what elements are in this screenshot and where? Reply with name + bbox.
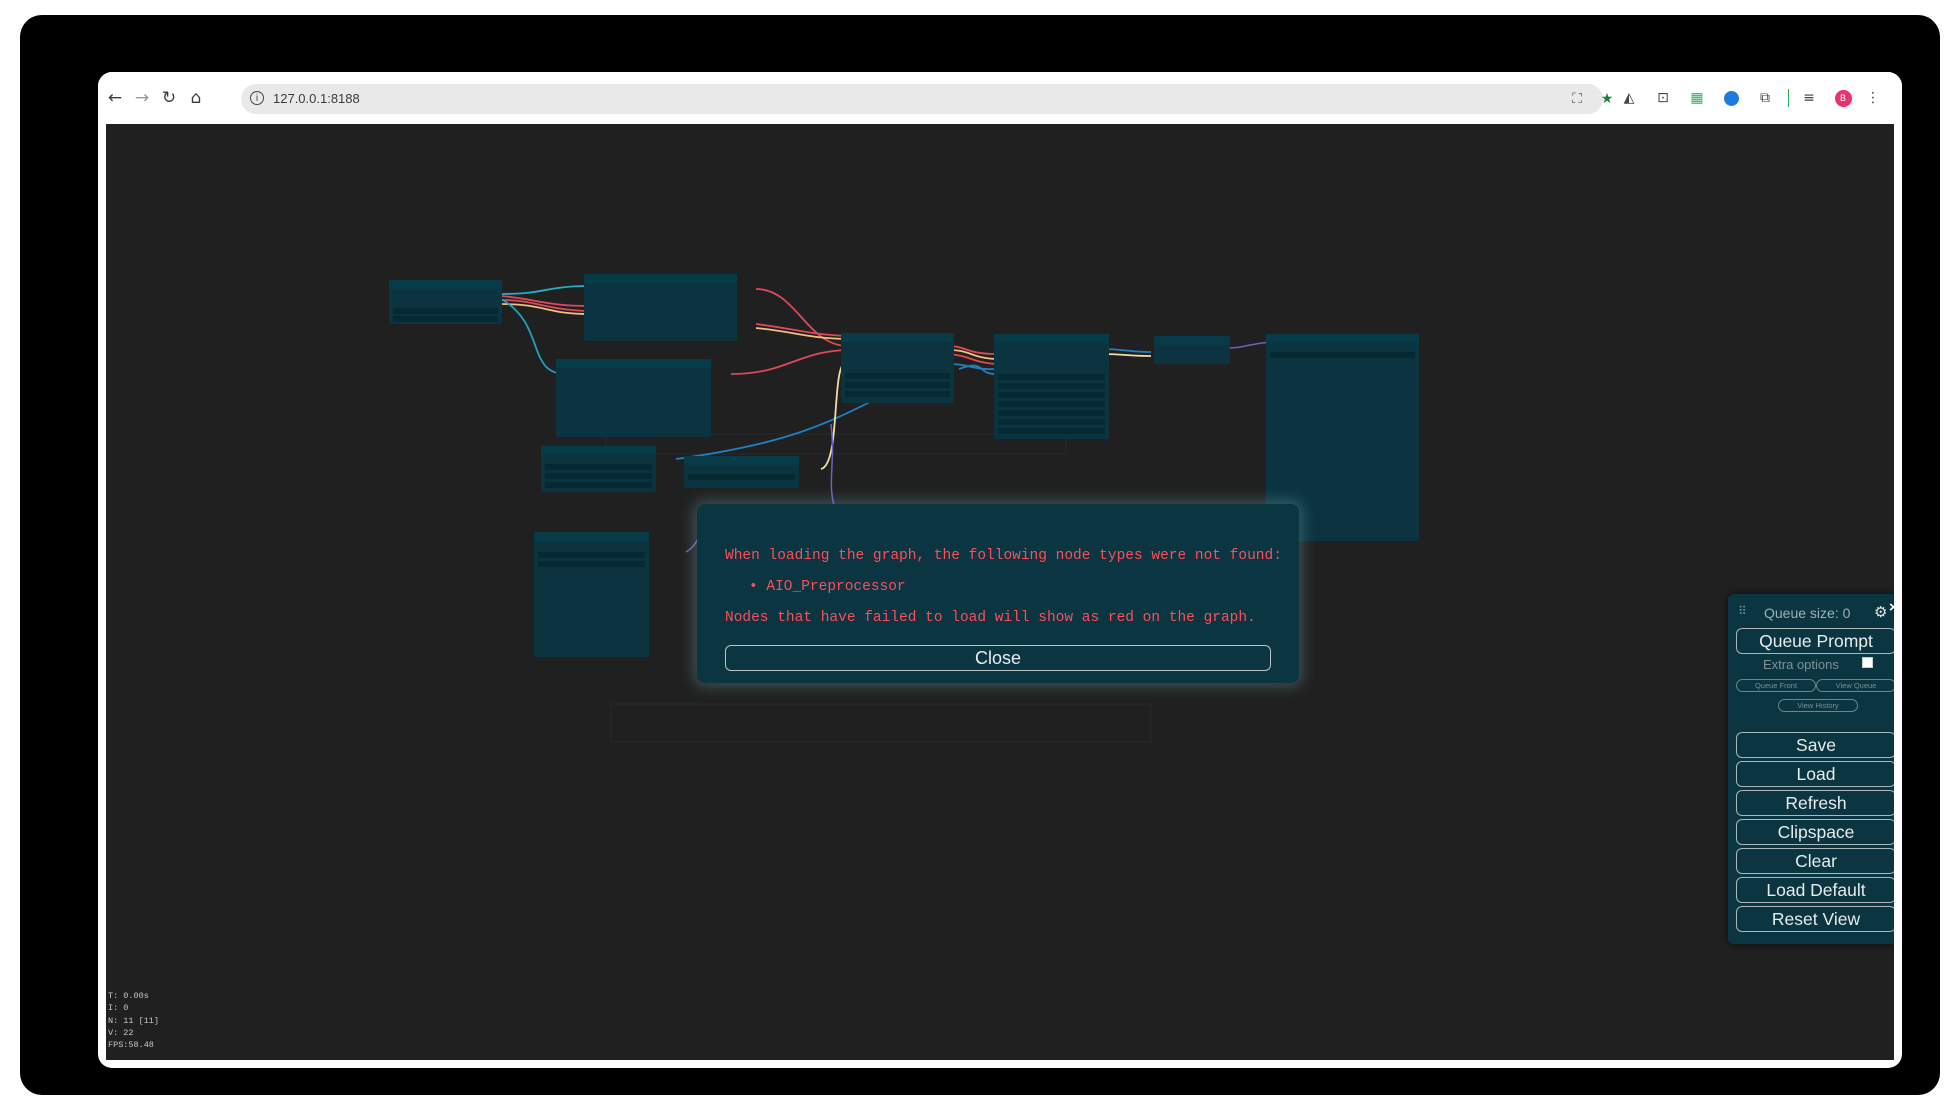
render-stats: T: 0.00s I: 0 N: 11 [11] V: 22 FPS:58.48 <box>108 990 159 1051</box>
clear-button[interactable]: Clear <box>1736 848 1894 874</box>
extra-options-label: Extra options <box>1763 657 1839 672</box>
save-button[interactable]: Save <box>1736 732 1894 758</box>
refresh-button[interactable]: Refresh <box>1736 790 1894 816</box>
dialog-message: When loading the graph, the following no… <box>725 548 1282 564</box>
load-default-button[interactable]: Load Default <box>1736 877 1894 903</box>
graph-node-load-image[interactable] <box>541 446 656 492</box>
reset-view-button[interactable]: Reset View <box>1736 906 1894 932</box>
graph-node-ksampler[interactable] <box>994 334 1109 439</box>
close-icon[interactable]: × <box>1889 599 1894 616</box>
screen-bezel: ← → ↻ ⌂ i 127.0.0.1:8188 ⛶ ★ ◭ ⊡ ▦ ⧉ ≡ B… <box>20 15 1940 1095</box>
graph-node-preprocessor[interactable] <box>684 456 799 488</box>
bookmark-star-icon[interactable]: ★ <box>1597 89 1617 109</box>
stat-fps: FPS:58.48 <box>108 1040 154 1051</box>
queue-front-button[interactable]: Queue Front <box>1736 679 1816 692</box>
profile-avatar[interactable]: B <box>1832 87 1854 109</box>
extra-options-checkbox[interactable] <box>1862 657 1873 668</box>
group-outline <box>610 703 1152 743</box>
translate-icon[interactable]: ⛶ <box>1567 89 1587 109</box>
browser-window: ← → ↻ ⌂ i 127.0.0.1:8188 ⛶ ★ ◭ ⊡ ▦ ⧉ ≡ B… <box>98 72 1902 1068</box>
extension-download-icon[interactable]: ⊡ <box>1652 87 1674 109</box>
graph-node-prompt-positive[interactable] <box>584 274 737 341</box>
settings-gear-icon[interactable]: ⚙ <box>1874 603 1887 621</box>
reading-list-icon[interactable]: ≡ <box>1798 87 1820 109</box>
missing-node-item: • AIO_Preprocessor <box>749 579 906 595</box>
dialog-footer: Nodes that have failed to load will show… <box>725 610 1256 626</box>
stat-i: I: 0 <box>108 1003 129 1014</box>
link-image <box>1225 341 1272 349</box>
queue-size-label: Queue size: 0 <box>1764 605 1851 621</box>
stat-nodes: N: 11 [11] <box>108 1015 160 1026</box>
site-info-icon[interactable]: i <box>250 91 264 105</box>
graph-node-controlnet-apply[interactable] <box>841 333 954 403</box>
graph-node-prompt-negative[interactable] <box>556 359 711 437</box>
stat-v: V: 22 <box>108 1027 134 1038</box>
view-queue-button[interactable]: View Queue <box>1816 679 1894 692</box>
missing-nodes-dialog: When loading the graph, the following no… <box>697 504 1299 683</box>
link-latent <box>755 327 847 340</box>
link-clip <box>500 285 590 295</box>
reload-icon[interactable]: ↻ <box>156 85 182 111</box>
extension-blue-icon[interactable] <box>1720 87 1742 109</box>
home-icon[interactable]: ⌂ <box>183 85 209 111</box>
extension-reader-icon[interactable]: ◭ <box>1618 87 1640 109</box>
browser-menu-icon[interactable]: ⋮ <box>1862 87 1884 109</box>
drag-handle-icon[interactable]: ⠿ <box>1738 604 1747 618</box>
graph-node-vae-decode[interactable] <box>1154 336 1230 364</box>
graph-canvas[interactable]: T: 0.00s I: 0 N: 11 [11] V: 22 FPS:58.48… <box>106 124 1894 1060</box>
url-text: 127.0.0.1:8188 <box>273 91 360 106</box>
missing-node-name: AIO_Preprocessor <box>766 579 906 595</box>
forward-icon[interactable]: → <box>129 85 155 111</box>
stat-time: T: 0.00s <box>108 991 149 1001</box>
view-history-button[interactable]: View History <box>1778 699 1858 712</box>
toolbar-divider <box>1788 89 1789 107</box>
back-icon[interactable]: ← <box>102 85 128 111</box>
comfy-menu-panel: ⠿ Queue size: 0 ⚙ × Queue Prompt Extra o… <box>1728 594 1894 944</box>
extension-m-icon[interactable]: ▦ <box>1686 87 1708 109</box>
load-button[interactable]: Load <box>1736 761 1894 787</box>
link-negative <box>730 349 847 375</box>
bullet-icon: • <box>749 579 767 595</box>
graph-node-image-preview[interactable] <box>534 532 649 657</box>
dialog-close-button[interactable]: Close <box>725 645 1271 671</box>
address-bar[interactable]: i 127.0.0.1:8188 ⛶ ★ <box>241 84 1613 114</box>
clipspace-button[interactable]: Clipspace <box>1736 819 1894 845</box>
browser-toolbar: ← → ↻ ⌂ i 127.0.0.1:8188 ⛶ ★ ◭ ⊡ ▦ ⧉ ≡ B… <box>98 72 1902 124</box>
extensions-puzzle-icon[interactable]: ⧉ <box>1754 87 1776 109</box>
queue-prompt-button[interactable]: Queue Prompt <box>1736 628 1894 654</box>
graph-node-checkpoint[interactable] <box>389 280 502 324</box>
